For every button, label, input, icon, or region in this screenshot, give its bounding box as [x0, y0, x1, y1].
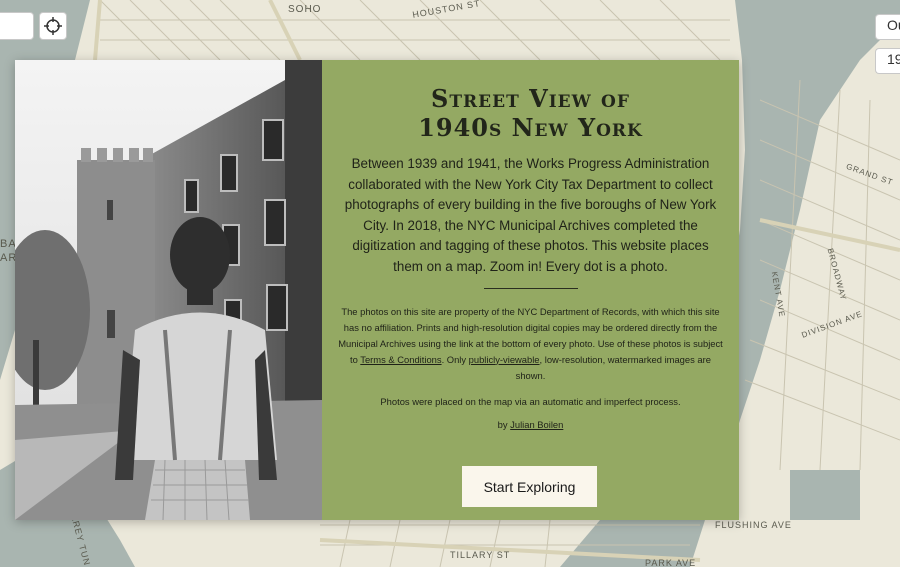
byline: by Julian Boilen: [336, 419, 725, 430]
start-exploring-button[interactable]: Start Exploring: [462, 466, 597, 507]
map-label-tillary: TILLARY ST: [450, 550, 511, 560]
locate-button[interactable]: [39, 12, 67, 40]
map-label-soho: SOHO: [288, 4, 322, 15]
map-label-park: PARK AVE: [645, 558, 697, 567]
title-line-2: 1940s New York: [418, 113, 643, 142]
hero-photo: [15, 60, 322, 520]
photo-illustration: [15, 60, 322, 520]
author-link[interactable]: Julian Boilen: [510, 419, 563, 430]
intro-panel: Street View of 1940s New York Between 19…: [322, 60, 739, 520]
overlay-toggle-label: Ou: [887, 17, 900, 33]
page-title: Street View of 1940s New York: [336, 84, 725, 142]
overlay-toggle-button[interactable]: Ou: [875, 14, 900, 40]
map-label-flushing: FLUSHING AVE: [715, 520, 792, 530]
publicly-viewable-link[interactable]: publicly-viewable: [469, 354, 540, 365]
rights-part-2: . Only: [441, 353, 469, 365]
byline-prefix: by: [497, 418, 511, 430]
terms-link[interactable]: Terms & Conditions: [360, 354, 441, 365]
title-line-1: Street View of: [431, 84, 630, 113]
rights-text: The photos on this site are property of …: [336, 304, 725, 384]
placement-note: Photos were placed on the map via an aut…: [380, 395, 681, 407]
crosshair-icon: [44, 17, 62, 35]
search-input[interactable]: [0, 12, 34, 40]
intro-modal: Street View of 1940s New York Between 19…: [15, 60, 739, 520]
rights-part-3: , low-resolution, watermarked images are…: [515, 353, 711, 381]
divider: [483, 287, 578, 289]
year-select[interactable]: 19: [875, 48, 900, 74]
intro-text: Between 1939 and 1941, the Works Progres…: [344, 156, 717, 274]
year-select-label: 19: [887, 51, 900, 67]
